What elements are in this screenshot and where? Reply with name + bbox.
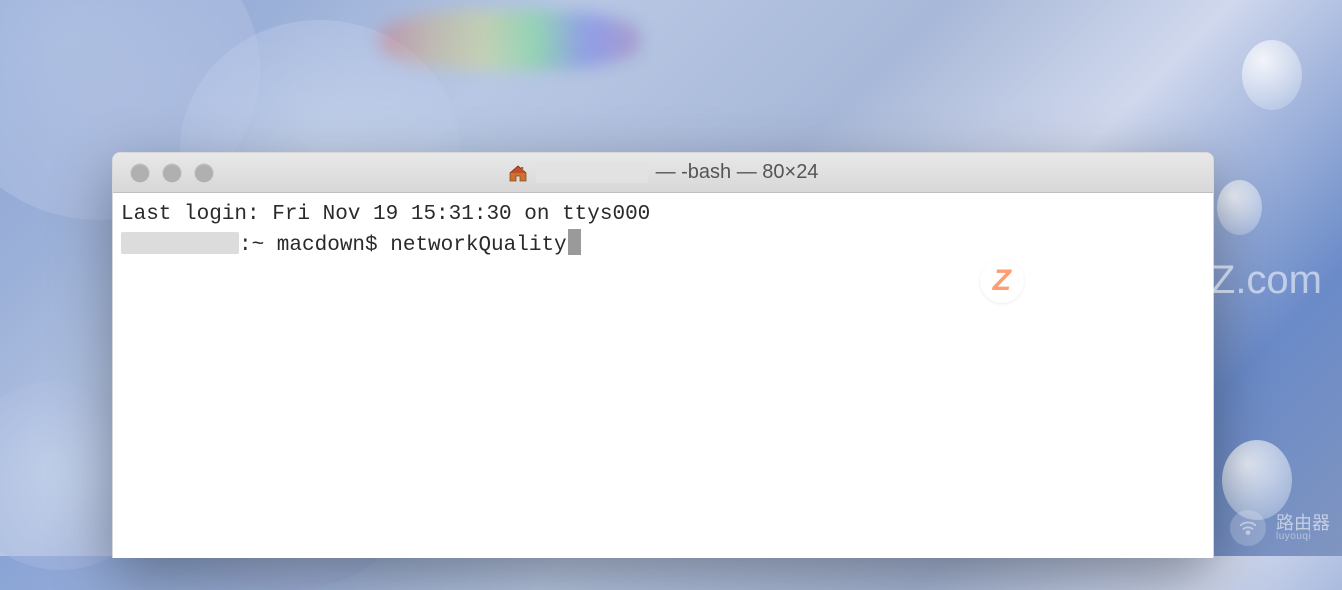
close-button[interactable] [131, 164, 149, 182]
home-icon [508, 164, 528, 182]
window-title: — -bash — 80×24 [113, 161, 1213, 184]
terminal-body[interactable]: Last login: Fri Nov 19 15:31:30 on ttys0… [113, 193, 1213, 558]
titlebar[interactable]: — -bash — 80×24 [113, 153, 1213, 193]
typed-command: networkQuality [390, 234, 566, 257]
minimize-button[interactable] [163, 164, 181, 182]
last-login-line: Last login: Fri Nov 19 15:31:30 on ttys0… [121, 203, 650, 226]
bg-rainbow [380, 10, 640, 70]
terminal-window: — -bash — 80×24 Last login: Fri Nov 19 1… [112, 152, 1214, 558]
traffic-lights [113, 164, 213, 182]
title-redacted [536, 163, 648, 183]
prompt-user-redacted [121, 232, 239, 254]
cursor [568, 229, 581, 255]
prompt-suffix: :~ macdown$ [239, 234, 390, 257]
zoom-button[interactable] [195, 164, 213, 182]
title-suffix: — -bash — 80×24 [656, 161, 819, 184]
